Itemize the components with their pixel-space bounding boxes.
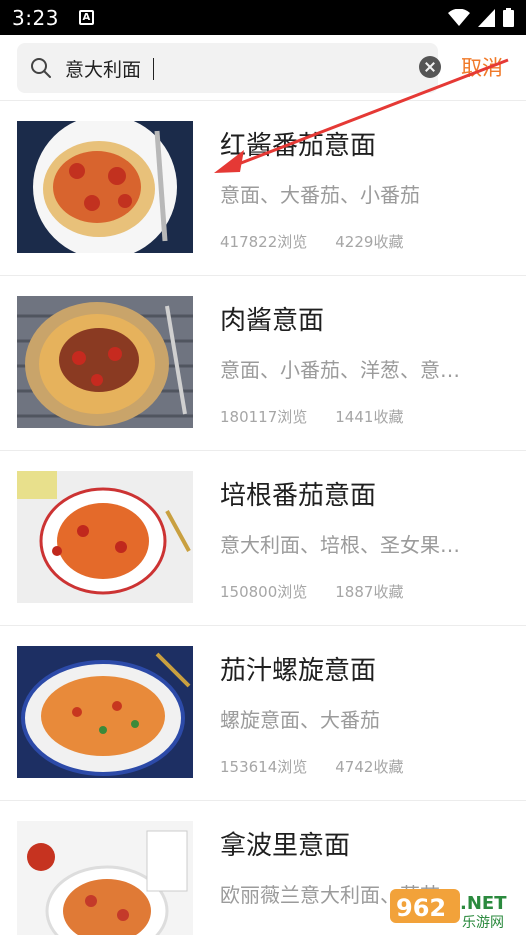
recipe-title: 培根番茄意面 xyxy=(220,481,377,511)
recipe-stats: 417822浏览 4229收藏 xyxy=(220,231,403,252)
cell-signal-icon xyxy=(478,8,495,27)
notification-a-icon: A xyxy=(78,10,94,25)
recipe-thumbnail xyxy=(17,646,193,778)
view-count: 417822浏览 xyxy=(220,233,308,251)
view-count: 150800浏览 xyxy=(220,583,308,601)
status-time: 3:23 xyxy=(12,5,59,30)
watermark-sub: 乐游网 xyxy=(462,915,504,931)
search-icon xyxy=(31,58,51,78)
list-item[interactable]: 肉酱意面 意面、小番茄、洋葱、意… 180117浏览 1441收藏 xyxy=(0,276,526,451)
recipe-stats: 150800浏览 1887收藏 xyxy=(220,581,403,602)
recipe-ingredients: 意面、小番茄、洋葱、意… xyxy=(220,358,460,382)
recipe-ingredients: 意面、大番茄、小番茄 xyxy=(220,183,420,207)
watermark-logo: 962 .NET 乐游网 xyxy=(390,885,520,931)
watermark-number: 962 xyxy=(396,894,446,922)
recipe-thumbnail xyxy=(17,821,193,935)
view-count: 180117浏览 xyxy=(220,408,308,426)
recipe-title: 茄汁螺旋意面 xyxy=(220,656,377,686)
list-item[interactable]: 红酱番茄意面 意面、大番茄、小番茄 417822浏览 4229收藏 xyxy=(0,101,526,276)
search-input[interactable] xyxy=(65,52,395,84)
list-item[interactable]: 茄汁螺旋意面 螺旋意面、大番茄 153614浏览 4742收藏 xyxy=(0,626,526,801)
favorite-count: 4742收藏 xyxy=(335,758,404,776)
favorite-count: 1887收藏 xyxy=(335,583,404,601)
recipe-title: 红酱番茄意面 xyxy=(220,131,377,161)
cancel-button[interactable]: 取消 xyxy=(461,52,503,82)
battery-icon xyxy=(503,8,514,27)
recipe-ingredients: 意大利面、培根、圣女果… xyxy=(220,533,460,557)
recipe-thumbnail xyxy=(17,121,193,253)
watermark-suffix: .NET xyxy=(460,893,507,914)
view-count: 153614浏览 xyxy=(220,758,308,776)
results-list: 红酱番茄意面 意面、大番茄、小番茄 417822浏览 4229收藏 肉酱意面 意面… xyxy=(0,101,526,935)
status-icons xyxy=(448,8,514,27)
recipe-stats: 153614浏览 4742收藏 xyxy=(220,756,403,777)
status-bar: 3:23 A xyxy=(0,0,526,35)
text-caret xyxy=(153,58,154,80)
recipe-title: 拿波里意面 xyxy=(220,831,351,861)
recipe-title: 肉酱意面 xyxy=(220,306,325,336)
search-bar: 取消 xyxy=(0,35,526,101)
clear-icon[interactable] xyxy=(419,56,441,78)
search-box[interactable] xyxy=(17,43,441,93)
wifi-icon xyxy=(448,8,470,26)
recipe-thumbnail xyxy=(17,471,193,603)
list-item[interactable]: 培根番茄意面 意大利面、培根、圣女果… 150800浏览 1887收藏 xyxy=(0,451,526,626)
recipe-thumbnail xyxy=(17,296,193,428)
favorite-count: 4229收藏 xyxy=(335,233,404,251)
recipe-stats: 180117浏览 1441收藏 xyxy=(220,406,403,427)
recipe-ingredients: 螺旋意面、大番茄 xyxy=(220,708,380,732)
favorite-count: 1441收藏 xyxy=(335,408,404,426)
